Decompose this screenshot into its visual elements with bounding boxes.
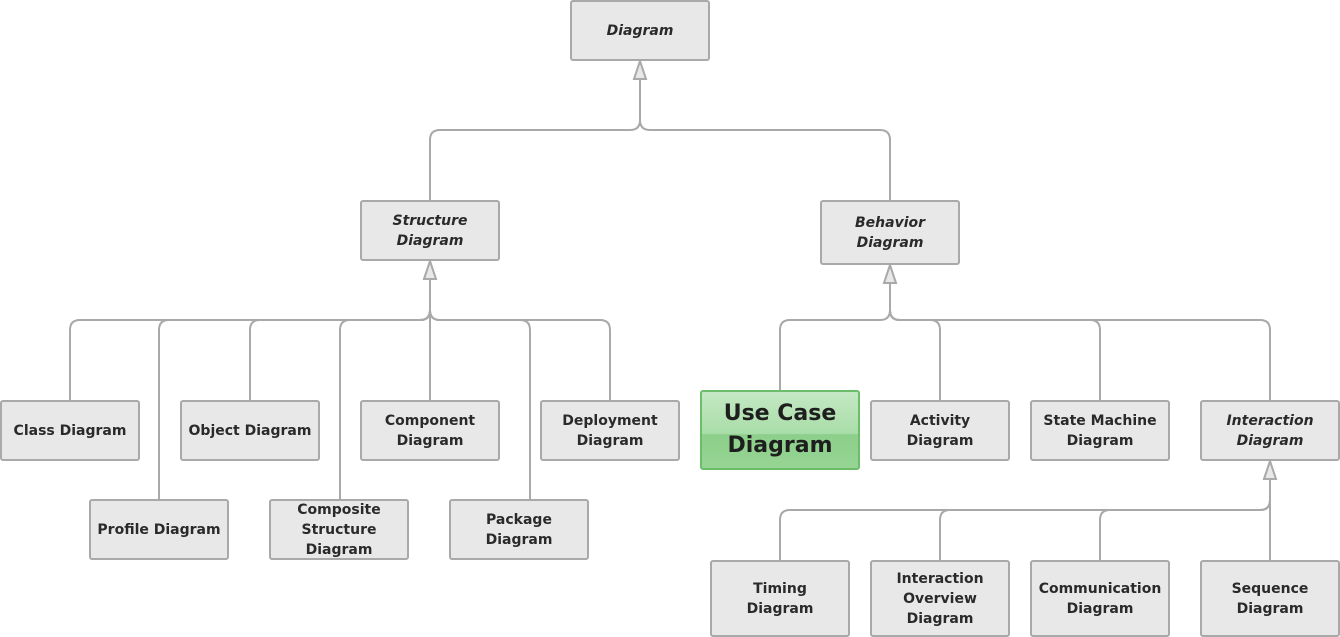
generalization-arrow-icon — [632, 57, 648, 80]
node-diagram[interactable]: Diagram — [570, 0, 710, 61]
node-communication-diagram[interactable]: Communication Diagram — [1030, 560, 1170, 637]
node-label: Timing Diagram — [746, 580, 814, 617]
node-use-case-diagram[interactable]: Use Case Diagram — [700, 390, 860, 470]
edge-behavior-branch — [779, 309, 891, 390]
node-structure-diagram[interactable]: Structure Diagram — [360, 200, 500, 261]
edge-diagram-branch — [429, 119, 641, 200]
edge-behavior-branch — [889, 309, 1271, 400]
node-interaction-overview-diagram[interactable]: Interaction Overview Diagram — [870, 560, 1010, 637]
node-label: Composite Structure Diagram — [297, 501, 381, 558]
node-label: Interaction Diagram — [1226, 412, 1314, 449]
edge-diagram-branch — [639, 119, 891, 200]
node-label: Interaction Overview Diagram — [896, 570, 984, 627]
node-label: Package Diagram — [485, 511, 553, 548]
generalization-arrow-icon — [882, 261, 898, 284]
node-interaction-diagram[interactable]: Interaction Diagram — [1200, 400, 1340, 461]
node-label: Behavior Diagram — [854, 214, 926, 251]
node-composite-structure-diagram[interactable]: Composite Structure Diagram — [269, 499, 409, 560]
node-behavior-diagram[interactable]: Behavior Diagram — [820, 200, 960, 265]
generalization-arrow-icon — [1262, 457, 1278, 480]
node-label: Object Diagram — [188, 422, 312, 439]
node-package-diagram[interactable]: Package Diagram — [449, 499, 589, 560]
node-activity-diagram[interactable]: Activity Diagram — [870, 400, 1010, 461]
node-label: Class Diagram — [13, 422, 127, 439]
node-label: Communication Diagram — [1038, 580, 1162, 617]
node-state-machine-diagram[interactable]: State Machine Diagram — [1030, 400, 1170, 461]
node-label: Use Case Diagram — [723, 401, 837, 458]
node-label: Component Diagram — [384, 412, 476, 449]
node-label: Deployment Diagram — [562, 412, 658, 449]
node-component-diagram[interactable]: Component Diagram — [360, 400, 500, 461]
node-label: Diagram — [606, 22, 674, 39]
edge-structure-branch — [429, 309, 611, 400]
node-label: Activity Diagram — [906, 412, 974, 449]
generalization-arrow-icon — [422, 257, 438, 280]
node-sequence-diagram[interactable]: Sequence Diagram — [1200, 560, 1340, 637]
node-label: Profile Diagram — [97, 521, 221, 538]
edge-interaction-branch — [1099, 499, 1271, 560]
node-deployment-diagram[interactable]: Deployment Diagram — [540, 400, 680, 461]
node-label: State Machine Diagram — [1043, 412, 1157, 449]
edge-behavior-branch — [889, 309, 1101, 400]
node-label: Structure Diagram — [392, 212, 468, 249]
edge-behavior-branch — [889, 309, 941, 400]
node-object-diagram[interactable]: Object Diagram — [180, 400, 320, 461]
node-class-diagram[interactable]: Class Diagram — [0, 400, 140, 461]
node-timing-diagram[interactable]: Timing Diagram — [710, 560, 850, 637]
node-profile-diagram[interactable]: Profile Diagram — [89, 499, 229, 560]
node-label: Sequence Diagram — [1231, 580, 1309, 617]
